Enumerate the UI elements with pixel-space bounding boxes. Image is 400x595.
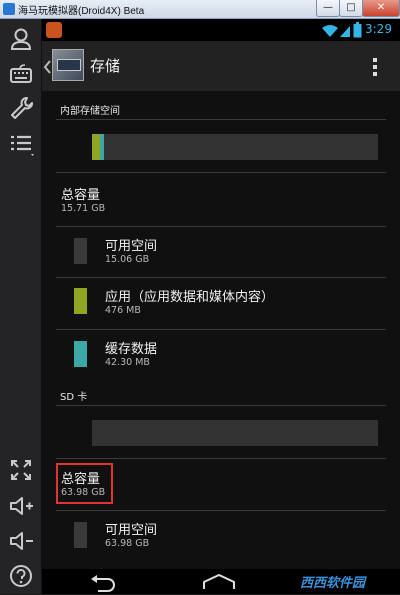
item-value: 15.06 GB: [105, 254, 150, 265]
total-capacity-label: 总容量: [61, 472, 101, 487]
user-icon[interactable]: [6, 25, 36, 55]
section-divider: [56, 119, 386, 120]
wifi-icon: [321, 23, 339, 42]
status-bar: 3:29: [42, 19, 400, 41]
color-swatch-apps: [74, 288, 87, 314]
page-title: 存储: [90, 57, 121, 75]
back-icon[interactable]: [88, 572, 118, 594]
volume-up-icon[interactable]: [6, 491, 36, 521]
storage-list[interactable]: 内部存储空间 总容量 15.71 GB 可用空间 15.06 GB 应用（应用数…: [42, 91, 400, 569]
row-divider: [56, 172, 386, 173]
list-item[interactable]: 应用（应用数据和媒体内容） 476 MB: [56, 279, 386, 329]
item-label: 应用（应用数据和媒体内容）: [105, 290, 275, 305]
row-divider: [56, 458, 386, 459]
item-label: 可用空间: [105, 239, 158, 254]
action-bar: 存储: [42, 41, 400, 91]
notification-app-icon: [46, 22, 62, 38]
internal-usage-bar: [92, 134, 378, 160]
window-title: 海马玩模拟器(Droid4X) Beta: [18, 6, 145, 17]
row-divider: [56, 329, 386, 330]
list-item[interactable]: 缓存数据 42.30 MB: [56, 331, 386, 381]
total-capacity-value: 15.71 GB: [61, 203, 106, 214]
color-swatch-free: [74, 522, 87, 548]
section-divider: [56, 405, 386, 406]
item-label: 缓存数据: [105, 342, 158, 357]
maximize-button[interactable]: □: [339, 0, 363, 17]
home-icon[interactable]: [202, 573, 236, 594]
usage-segment-apps: [92, 134, 100, 160]
total-capacity-value: 63.98 GB: [61, 487, 106, 498]
app-icon: [3, 3, 15, 15]
emulator-toolbar: [0, 19, 42, 594]
list-item[interactable]: 可用空间 15.06 GB: [56, 228, 386, 278]
close-button[interactable]: ✕: [362, 0, 400, 17]
total-capacity-label: 总容量: [61, 188, 101, 203]
minimize-button[interactable]: —: [316, 0, 340, 17]
item-value: 63.98 GB: [105, 538, 150, 549]
battery-icon: [353, 22, 362, 42]
internal-total-row[interactable]: 总容量 15.71 GB: [56, 179, 386, 225]
wrench-icon[interactable]: [6, 93, 36, 123]
item-value: 42.30 MB: [105, 357, 150, 368]
volume-down-icon[interactable]: [6, 526, 36, 556]
usage-segment-cache: [100, 134, 104, 160]
row-divider: [56, 510, 386, 511]
list-item[interactable]: 可用空间 63.98 GB: [56, 512, 386, 562]
item-label: 可用空间: [105, 523, 158, 538]
menu-list-icon[interactable]: [6, 129, 36, 159]
help-icon[interactable]: [6, 561, 36, 591]
section-header-internal: 内部存储空间: [60, 106, 120, 117]
sd-total-row[interactable]: 总容量 63.98 GB: [56, 460, 386, 507]
android-screen: 3:29 存储 内部存储空间 总容量 15.71 GB 可用空间 15.06 G…: [42, 19, 400, 594]
status-time: 3:29: [365, 22, 392, 36]
window-titlebar: 海马玩模拟器(Droid4X) Beta — □ ✕: [0, 0, 400, 19]
row-divider: [56, 277, 386, 278]
keyboard-icon[interactable]: [6, 59, 36, 89]
up-chevron-icon[interactable]: [43, 59, 51, 78]
watermark-logo: 西西软件园: [300, 576, 366, 591]
row-divider: [56, 226, 386, 227]
sd-usage-bar: [92, 420, 378, 446]
color-swatch-free: [74, 238, 87, 264]
signal-icon: [339, 23, 351, 42]
overflow-menu-icon[interactable]: [371, 57, 379, 81]
storage-app-icon[interactable]: [52, 49, 84, 81]
fullscreen-icon[interactable]: [6, 455, 36, 485]
color-swatch-cache: [74, 341, 87, 367]
navigation-bar: 西西软件园: [42, 569, 400, 594]
section-header-sd: SD 卡: [60, 392, 88, 403]
item-value: 476 MB: [105, 305, 141, 316]
